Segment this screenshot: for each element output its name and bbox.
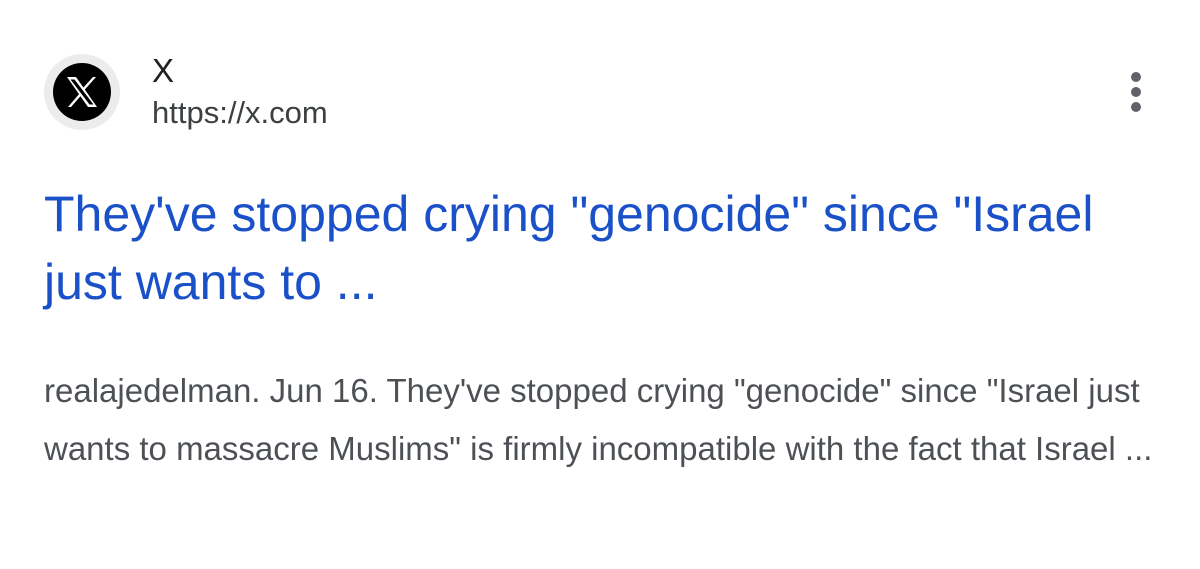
more-vert-icon (1131, 72, 1141, 112)
result-source-row[interactable]: X https://x.com (44, 50, 328, 134)
search-result-card: X https://x.com They've stopped crying "… (0, 0, 1200, 569)
result-title-link[interactable]: They've stopped crying "genocide" since … (44, 180, 1174, 316)
result-snippet: realajedelman. Jun 16. They've stopped c… (44, 372, 1153, 467)
source-site-name: X (152, 52, 175, 89)
x-logo-icon (44, 54, 120, 130)
more-options-button[interactable] (1116, 66, 1156, 118)
source-url: https://x.com (152, 95, 328, 130)
